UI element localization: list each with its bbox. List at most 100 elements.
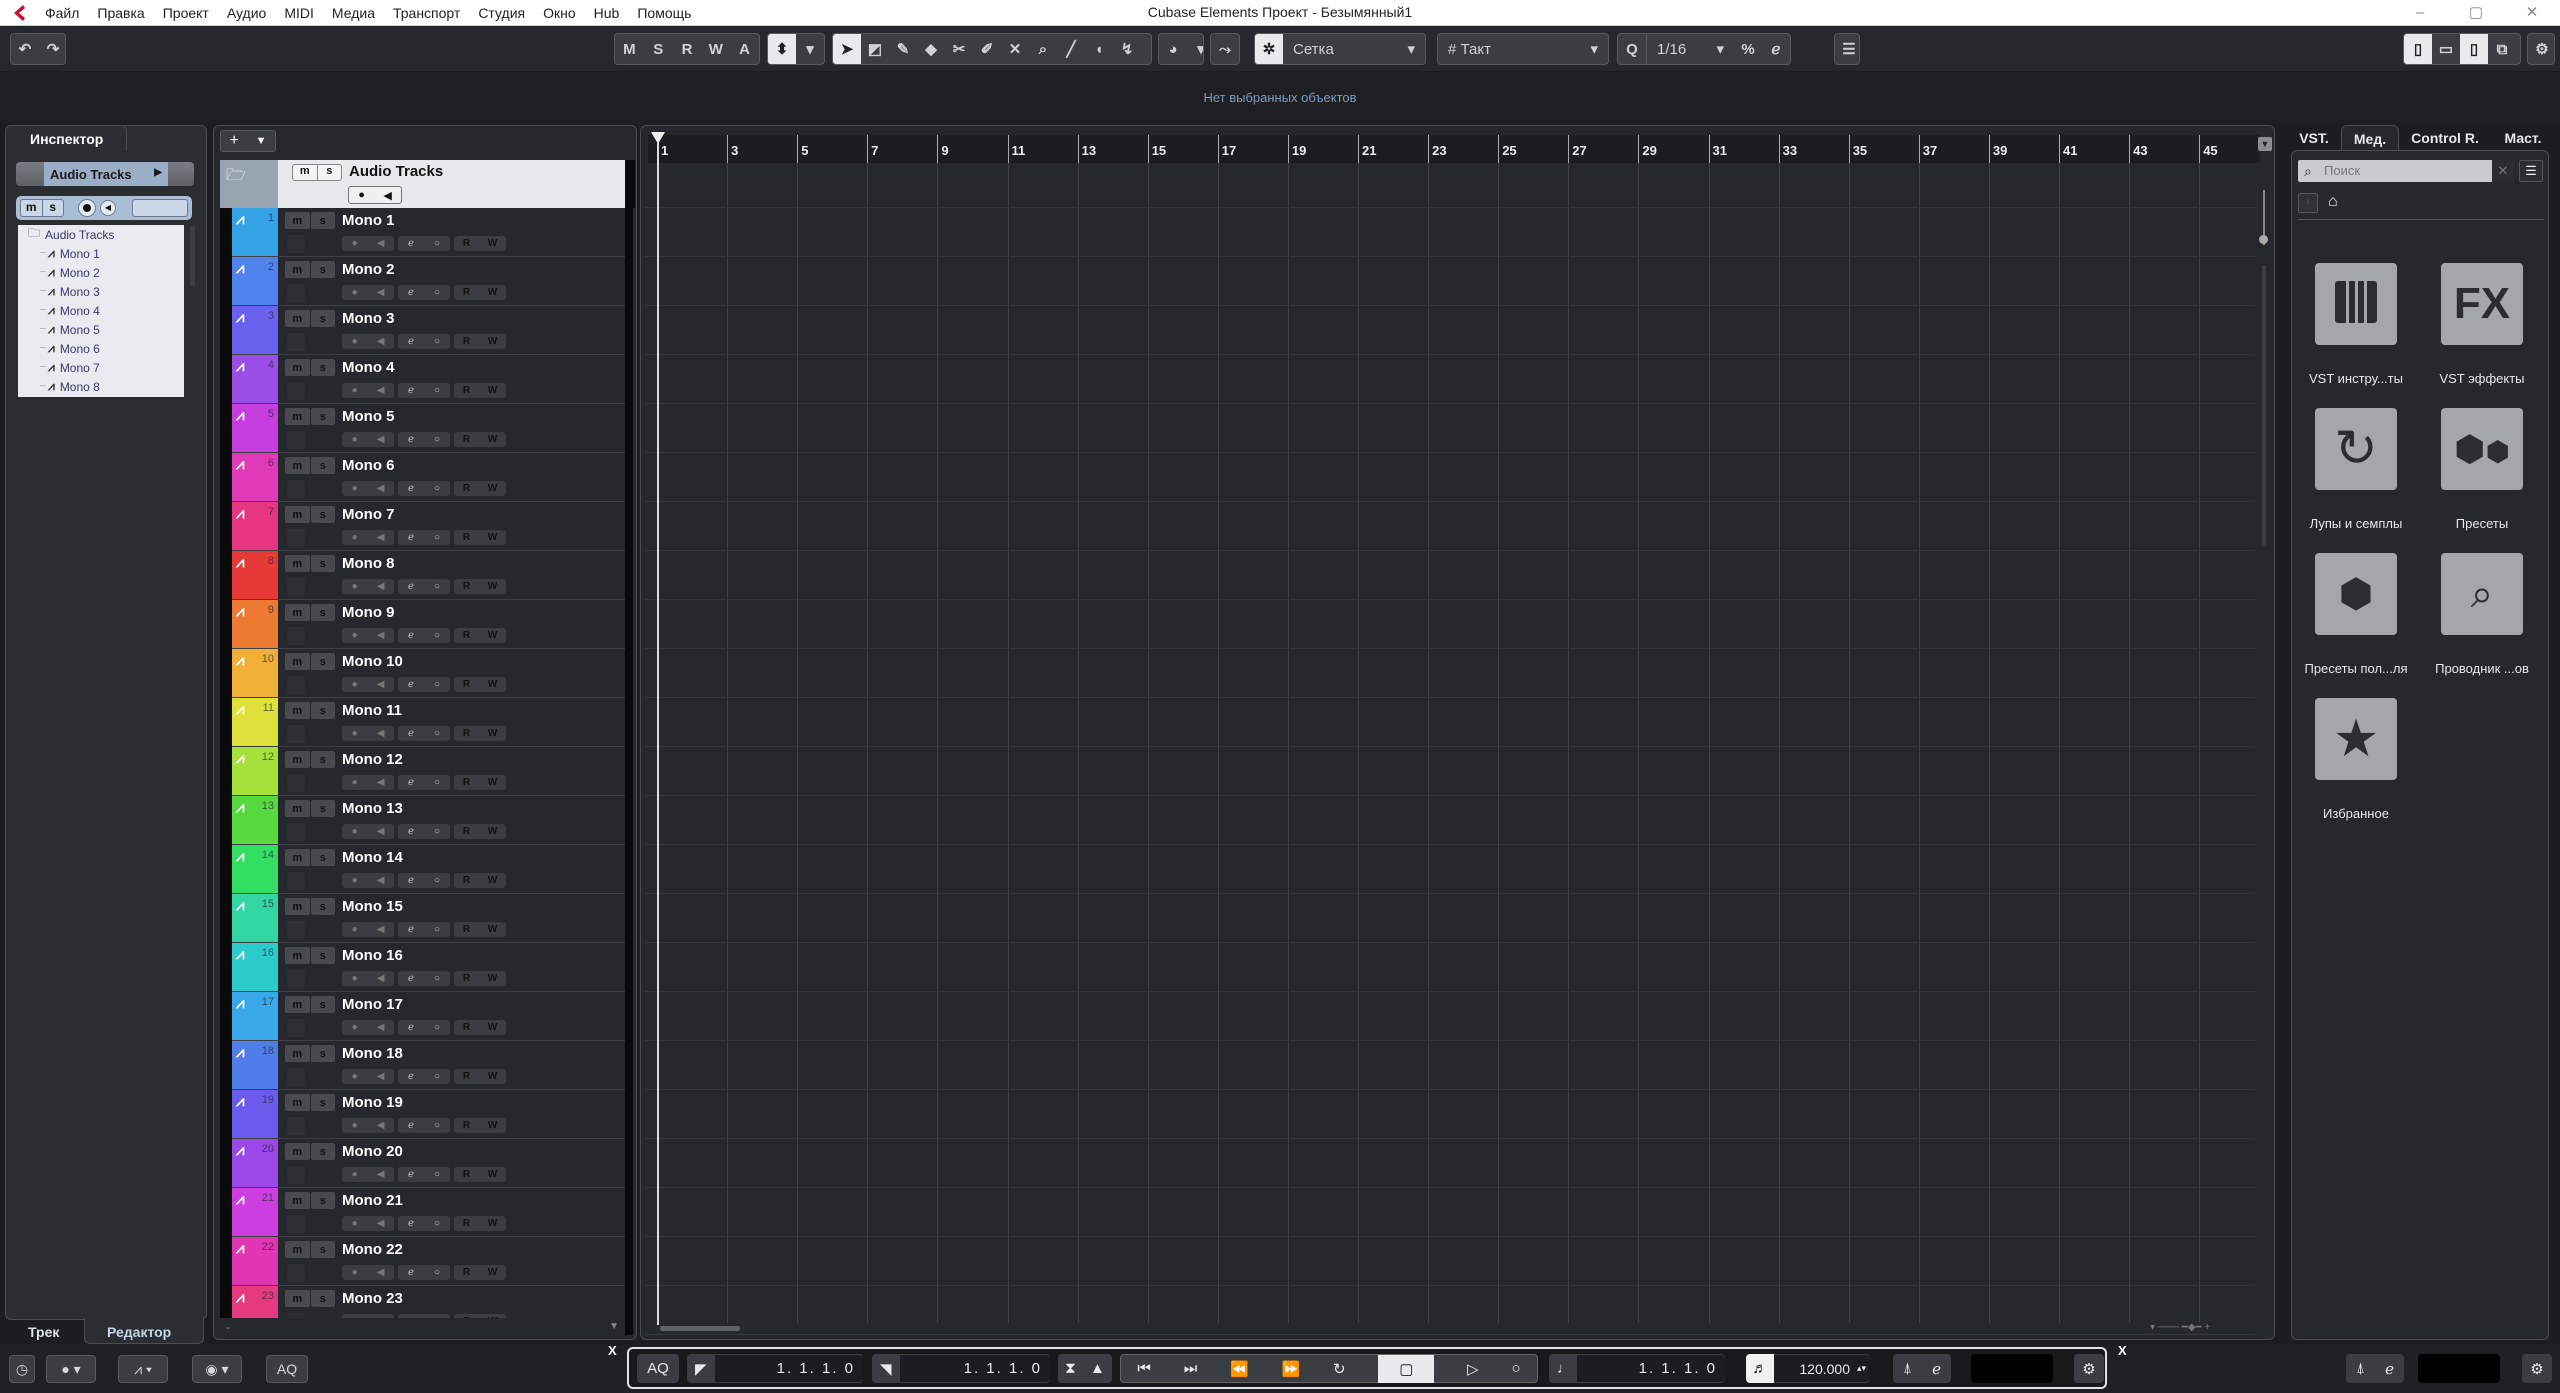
write-button[interactable]: W (488, 483, 497, 494)
time-warp-tool-icon[interactable]: ↯ (1113, 34, 1141, 64)
media-tile-label[interactable]: Лупы и семплы (2293, 516, 2419, 531)
track-row[interactable]: ⩘ 20 m s Mono 20 ● ◀ ℯ ○ R W (220, 1139, 633, 1188)
tempo-field[interactable]: ♬ 120.000 ▴▾ (1746, 1354, 1870, 1383)
rewind-icon[interactable]: ⏪ (1230, 1360, 1249, 1378)
tree-item[interactable]: ┈ ⩘ Mono 2 (18, 263, 184, 282)
menu-item[interactable]: Правка (88, 5, 153, 21)
track-color[interactable]: ⩘ 7 (232, 502, 278, 550)
read-button[interactable]: R (463, 532, 470, 543)
track-name[interactable]: Mono 16 (342, 947, 403, 964)
track-name[interactable]: Mono 20 (342, 1143, 403, 1160)
record-mode-dropdown[interactable]: ● ▾ (46, 1355, 96, 1383)
tree-item[interactable]: ┈ ⩘ Mono 4 (18, 301, 184, 320)
record-monitor-buttons[interactable]: ●◀ (342, 530, 394, 545)
read-button[interactable]: R (463, 826, 470, 837)
track-name[interactable]: Mono 12 (342, 751, 403, 768)
solo-button[interactable]: s (310, 1045, 335, 1062)
mode-button-s[interactable]: S (644, 34, 673, 64)
track-edit-slot[interactable] (287, 431, 305, 449)
track-edit-slot[interactable] (287, 529, 305, 547)
read-button[interactable]: R (463, 875, 470, 886)
record-monitor-buttons[interactable]: ●◀ (342, 1216, 394, 1231)
record-monitor-buttons[interactable]: ●◀ (342, 1069, 394, 1084)
record-monitor-buttons[interactable]: ●◀ (342, 432, 394, 447)
track-color[interactable]: ⩘ 20 (232, 1139, 278, 1187)
record-monitor-buttons[interactable]: ●◀ (342, 1118, 394, 1133)
track-name[interactable]: Mono 14 (342, 849, 403, 866)
menu-item[interactable]: Проект (154, 5, 218, 21)
track-color[interactable]: ⩘ 17 (232, 992, 278, 1040)
folder-mute-button[interactable]: m (293, 165, 317, 180)
settings-button[interactable]: ⚙ (2527, 33, 2555, 65)
track-color[interactable]: ⩘ 16 (232, 943, 278, 991)
tab-editor[interactable]: Редактор (84, 1318, 204, 1344)
tempo-stepper-icon[interactable]: ▴▾ (1857, 1363, 1866, 1374)
tab-track[interactable]: Трек (6, 1318, 86, 1344)
track-name[interactable]: Mono 19 (342, 1094, 403, 1111)
mute-button[interactable]: m (285, 604, 310, 621)
tree-item[interactable]: ┈ ⩘ Mono 5 (18, 320, 184, 339)
record-monitor-buttons[interactable]: ●◀ (342, 775, 394, 790)
mute-button[interactable]: m (285, 359, 310, 376)
right-zone-tab[interactable]: Маст. (2492, 125, 2554, 151)
solo-button[interactable]: s (310, 261, 335, 278)
media-tile[interactable]: ⬢⬢ (2441, 408, 2523, 490)
edit-buttons[interactable]: ℯ○ (398, 677, 450, 692)
solo-button[interactable]: s (310, 604, 335, 621)
mute-button[interactable]: m (285, 898, 310, 915)
mute-button[interactable]: m (285, 800, 310, 817)
play-button[interactable]: ▷ (1467, 1360, 1479, 1378)
record-button[interactable]: ○ (1512, 1360, 1521, 1377)
track-color[interactable]: ⩘ 1 (232, 208, 278, 256)
automation-buttons[interactable]: RW (454, 1167, 506, 1182)
read-button[interactable]: R (463, 1120, 470, 1131)
track-color[interactable]: ⩘ 2 (232, 257, 278, 305)
read-button[interactable]: R (463, 679, 470, 690)
edit-buttons[interactable]: ℯ○ (398, 432, 450, 447)
track-row[interactable]: ⩘ 18 m s Mono 18 ● ◀ ℯ ○ R W (220, 1041, 633, 1090)
solo-button[interactable]: s (310, 1290, 335, 1307)
mute-button[interactable]: m (285, 457, 310, 474)
record-monitor-buttons[interactable]: ●◀ (342, 726, 394, 741)
track-color[interactable]: ⩘ 15 (232, 894, 278, 942)
edit-buttons[interactable]: ℯ○ (398, 1020, 450, 1035)
cycle-icon[interactable]: ↻ (1333, 1360, 1346, 1378)
close-transport-icon[interactable]: X (608, 1343, 617, 1358)
right-zone-tab[interactable]: Мед. (2341, 125, 2399, 151)
media-tile-label[interactable]: Избранное (2293, 806, 2419, 821)
track-color[interactable]: ⩘ 11 (232, 698, 278, 746)
track-edit-slot[interactable] (287, 1215, 305, 1233)
write-button[interactable]: W (488, 434, 497, 445)
autoscroll-button[interactable]: ⤳ (1210, 33, 1240, 65)
right-zone-tab[interactable]: VST. (2290, 125, 2338, 151)
tempo-track-icon[interactable]: ♬ (1746, 1354, 1774, 1383)
tree-root[interactable]: 🗀 Audio Tracks (18, 225, 184, 244)
read-button[interactable]: R (463, 1169, 470, 1180)
track-row[interactable]: ⩘ 9 m s Mono 9 ● ◀ ℯ ○ R W (220, 600, 633, 649)
snap-toggle-icon[interactable]: ✲ (1255, 34, 1283, 64)
write-button[interactable]: W (488, 1169, 497, 1180)
media-tile[interactable]: ⬢ (2315, 553, 2397, 635)
go-to-start-icon[interactable]: ⏮ (1137, 1360, 1151, 1377)
track-edit-slot[interactable] (287, 774, 305, 792)
automation-buttons[interactable]: RW (454, 1069, 506, 1084)
track-name[interactable]: Mono 13 (342, 800, 403, 817)
track-row[interactable]: ⩘ 16 m s Mono 16 ● ◀ ℯ ○ R W (220, 943, 633, 992)
edit-buttons[interactable]: ℯ○ (398, 824, 450, 839)
automation-buttons[interactable]: RW (454, 1118, 506, 1133)
track-edit-slot[interactable] (287, 872, 305, 890)
mute-button[interactable]: m (285, 1192, 310, 1209)
automation-buttons[interactable]: RW (454, 1216, 506, 1231)
menu-item[interactable]: Аудио (218, 5, 276, 21)
solo-button[interactable]: s (310, 849, 335, 866)
automation-buttons[interactable]: RW (454, 236, 506, 251)
mute-button[interactable]: m (285, 212, 310, 229)
read-button[interactable]: R (463, 1218, 470, 1229)
auto-quantize-button[interactable]: AQ (637, 1354, 679, 1383)
ruler-options-icon[interactable]: ▼ (2258, 137, 2272, 151)
forward-icon[interactable]: ⏩ (1282, 1360, 1301, 1378)
read-button[interactable]: R (463, 434, 470, 445)
read-button[interactable]: R (463, 777, 470, 788)
write-button[interactable]: W (488, 1120, 497, 1131)
read-button[interactable]: R (463, 238, 470, 249)
